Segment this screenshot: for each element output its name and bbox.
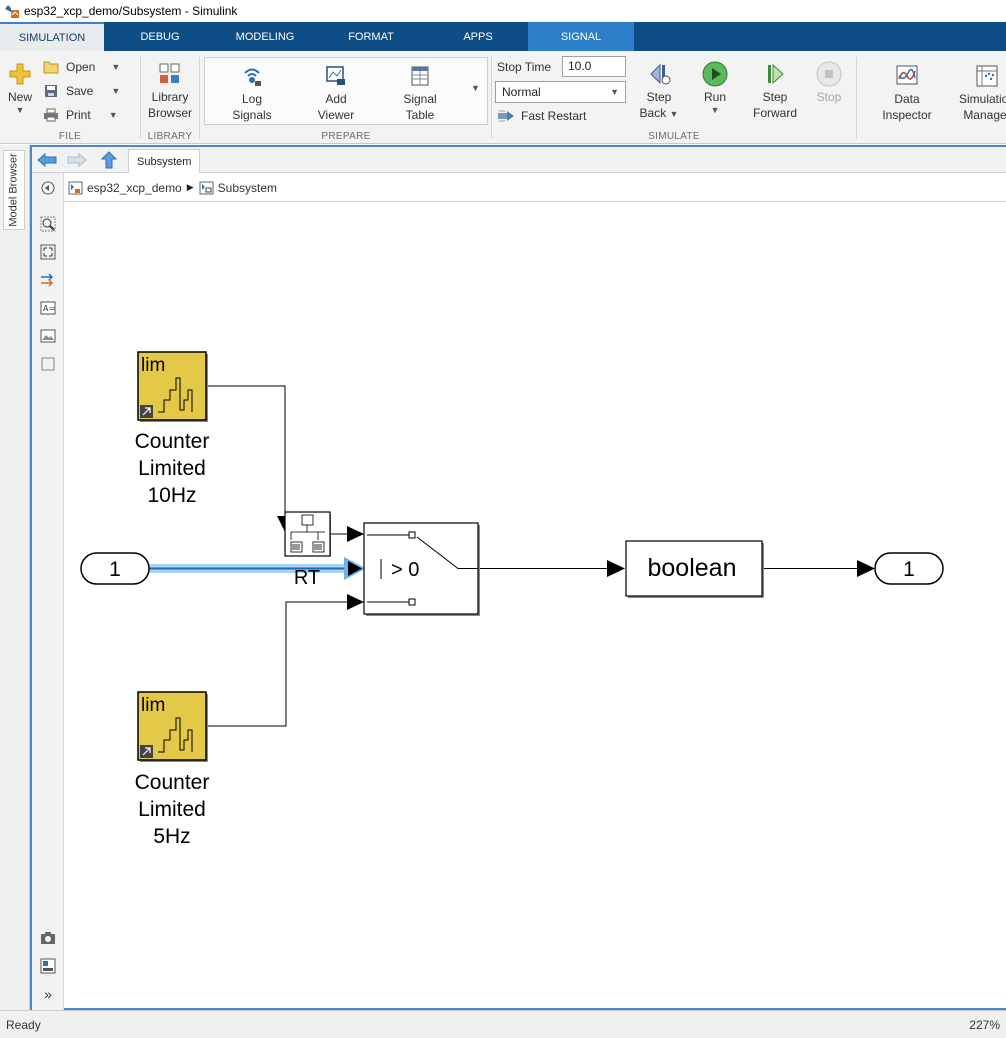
signal-line-rt-to-switch[interactable] (331, 526, 364, 542)
rate-transition-label: RT (294, 567, 320, 589)
diagram-svg: 1 lim Counter Limited 10Hz RT > 0 boolea… (80, 351, 944, 848)
model-browser-strip: Model Browser (0, 145, 30, 1010)
counter-5hz-name-line3: 5Hz (153, 825, 190, 848)
play-icon (702, 61, 728, 87)
outport-label: 1 (903, 558, 915, 581)
new-button[interactable]: New ▼ (6, 61, 34, 115)
counter-10hz-name-line1: Counter (135, 430, 210, 453)
toolstrip-tabs: SIMULATION DEBUG MODELING FORMAT APPS SI… (0, 22, 1006, 51)
signal-line-boolean-to-outport[interactable] (762, 560, 875, 577)
add-viewer-icon (323, 63, 349, 89)
stop-time-label: Stop Time (497, 60, 552, 74)
data-type-conversion-block[interactable]: boolean (625, 540, 764, 598)
tab-signal[interactable]: SIGNAL (528, 22, 634, 51)
simulation-manager-icon (974, 63, 1000, 89)
counter-limited-10hz-block[interactable]: lim (137, 351, 208, 422)
model-browser-tab[interactable]: Model Browser (3, 150, 25, 230)
chevron-down-icon: ▼ (471, 83, 480, 93)
data-inspector-icon (894, 63, 920, 89)
window-title: esp32_xcp_demo/Subsystem - Simulink (24, 4, 238, 18)
counter-limited-5hz-block[interactable]: lim (137, 691, 208, 762)
chevron-down-icon: ▼ (108, 110, 118, 120)
signal-line-switch-to-boolean[interactable] (478, 560, 625, 577)
rate-transition-block[interactable] (284, 511, 331, 557)
counter-5hz-name-line1: Counter (135, 771, 210, 794)
chevron-down-icon: ▼ (669, 109, 679, 119)
counter-10hz-icon-text: lim (141, 355, 165, 376)
simulink-app-icon (5, 5, 19, 18)
open-button[interactable]: Open ▼ (42, 59, 120, 75)
save-icon (42, 83, 60, 99)
fast-restart-icon (497, 108, 515, 124)
tab-modeling[interactable]: MODELING (216, 22, 314, 51)
tab-format[interactable]: FORMAT (314, 22, 428, 51)
simulation-manager-button[interactable]: Simulation Manager (955, 63, 1006, 123)
title-bar: esp32_xcp_demo/Subsystem - Simulink (0, 0, 1006, 22)
simulate-group-label: SIMULATE (648, 131, 700, 142)
counter-5hz-icon-text: lim (141, 695, 165, 716)
conversion-label: boolean (648, 554, 737, 582)
tab-apps[interactable]: APPS (428, 22, 528, 51)
tab-debug[interactable]: DEBUG (104, 22, 216, 51)
prepare-expand-button[interactable]: ▼ (471, 83, 480, 93)
print-button[interactable]: Print ▼ (42, 107, 118, 123)
library-group-label: LIBRARY (147, 131, 193, 142)
add-viewer-button[interactable]: Add Viewer (310, 63, 362, 123)
stop-icon (816, 61, 842, 87)
chevron-down-icon: ▼ (111, 86, 121, 96)
prepare-group-label: PREPARE (321, 131, 371, 142)
printer-icon (42, 107, 60, 123)
fast-restart-button[interactable]: Fast Restart (497, 108, 586, 124)
library-group: Library Browser LIBRARY (141, 51, 199, 144)
counter-10hz-name-line3: 10Hz (147, 484, 196, 507)
model-editor: Subsystem esp32_xcp_demo ▶ Subsystem A= … (30, 145, 1006, 1010)
library-browser-button[interactable]: Library Browser (146, 61, 194, 121)
inport-block[interactable]: 1 (80, 552, 150, 585)
diagram-canvas: 1 lim Counter Limited 10Hz RT > 0 boolea… (32, 147, 1006, 1012)
folder-open-icon (42, 59, 60, 75)
chevron-down-icon: ▼ (710, 105, 720, 115)
chevron-down-icon: ▼ (111, 62, 121, 72)
signal-table-icon (407, 63, 433, 89)
stop-button[interactable]: Stop (812, 61, 846, 105)
file-group: New ▼ Open ▼ Save ▼ Print ▼ FILE (0, 51, 140, 144)
stop-time-input[interactable]: 10.0 (562, 56, 626, 77)
data-inspector-button[interactable]: Data Inspector (875, 63, 939, 123)
counter-5hz-name-line2: Limited (138, 798, 206, 821)
run-button[interactable]: Run ▼ (696, 61, 734, 115)
inport-label: 1 (109, 558, 121, 581)
signal-line-counter10-to-rt[interactable] (206, 385, 293, 532)
outport-block[interactable]: 1 (874, 552, 944, 585)
tab-simulation[interactable]: SIMULATION (0, 22, 104, 51)
new-icon (7, 61, 33, 87)
ribbon: New ▼ Open ▼ Save ▼ Print ▼ FILE Library… (0, 51, 1006, 144)
chevron-down-icon: ▼ (15, 105, 25, 115)
counter-10hz-name-line2: Limited (138, 457, 206, 480)
signal-line-inport-to-switch[interactable] (148, 557, 366, 580)
review-group: Data Inspector Simulation Manager (857, 51, 1006, 144)
log-signals-icon (239, 63, 265, 89)
signal-line-counter5-to-switch[interactable] (206, 594, 364, 727)
chevron-down-icon: ▼ (610, 87, 619, 97)
step-back-icon (646, 61, 672, 87)
zoom-level[interactable]: 227% (969, 1018, 1000, 1032)
signal-table-button[interactable]: Signal Table (394, 63, 446, 123)
switch-block[interactable]: > 0 (363, 522, 480, 616)
status-bar: Ready 227% (0, 1010, 1006, 1038)
log-signals-button[interactable]: Log Signals (226, 63, 278, 123)
switch-criterion-label: > 0 (391, 559, 419, 581)
status-text: Ready (6, 1017, 41, 1032)
file-group-label: FILE (58, 131, 82, 142)
step-back-button[interactable]: Step Back ▼ (637, 61, 681, 122)
step-forward-button[interactable]: Step Forward (748, 61, 802, 121)
library-browser-icon (157, 61, 183, 87)
prepare-group: Log Signals Add Viewer Signal Table ▼ PR… (200, 51, 492, 144)
simulation-mode-select[interactable]: Normal ▼ (495, 81, 626, 103)
step-forward-icon (762, 61, 788, 87)
save-button[interactable]: Save ▼ (42, 83, 120, 99)
simulate-group: Stop Time 10.0 Normal ▼ Fast Restart Ste… (492, 51, 856, 144)
